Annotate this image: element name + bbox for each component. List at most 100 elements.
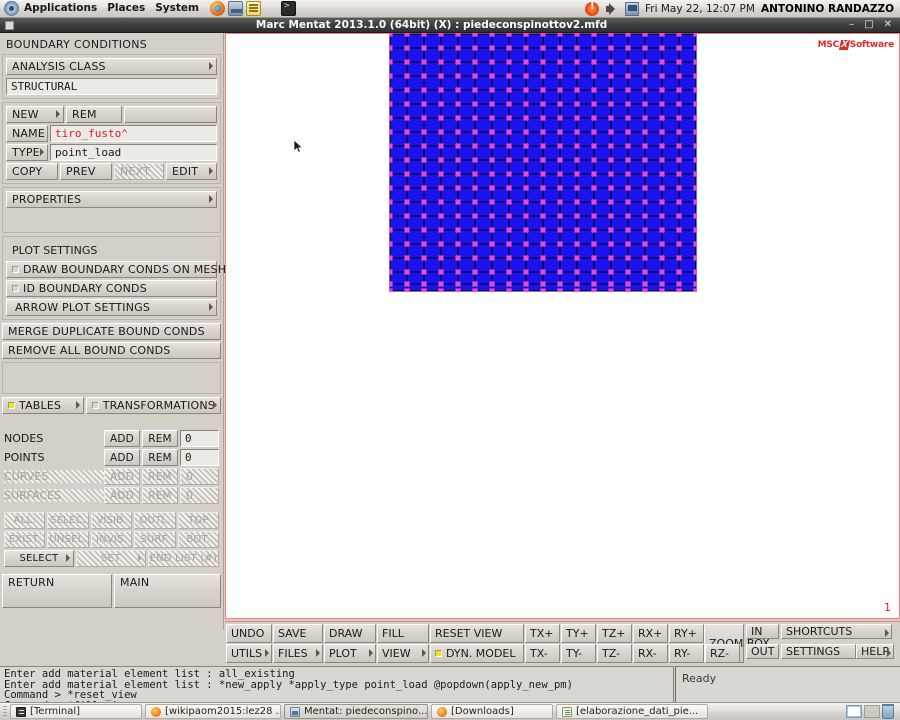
name-input[interactable]: tiro_fusto ⌃: [50, 125, 217, 142]
transformations-toggle[interactable]: TRANSFORMATIONS: [85, 397, 221, 414]
main-button[interactable]: MAIN: [114, 574, 221, 608]
return-button[interactable]: RETURN: [2, 574, 112, 608]
points-add-button[interactable]: ADD: [104, 449, 140, 466]
ry-minus-button[interactable]: RY-: [669, 644, 704, 663]
arrow-plot-settings-button[interactable]: ARROW PLOT SETTINGS: [6, 299, 217, 316]
taskbar-item-elaborazione[interactable]: [elaborazione_dati_pie...: [556, 704, 708, 719]
fill-button[interactable]: FILL: [377, 624, 429, 643]
terminal-icon[interactable]: [280, 1, 296, 16]
draw-bc-on-mesh-toggle[interactable]: DRAW BOUNDARY CONDS ON MESH: [6, 261, 226, 278]
select-button[interactable]: SELECT: [4, 550, 74, 567]
chevron-right-icon: [213, 401, 217, 409]
firefox-icon[interactable]: [209, 1, 225, 16]
settings-button[interactable]: SETTINGS: [781, 644, 856, 659]
rx-plus-button[interactable]: RX+: [633, 624, 668, 643]
new-button[interactable]: NEW: [6, 106, 64, 123]
network-icon[interactable]: [227, 1, 243, 16]
nodes-count[interactable]: 0: [180, 430, 219, 447]
edit-button[interactable]: EDIT: [166, 163, 217, 180]
volume-icon[interactable]: [605, 2, 619, 16]
properties-button[interactable]: PROPERTIES: [6, 191, 217, 208]
update-icon[interactable]: [585, 1, 600, 16]
name-button[interactable]: NAME: [6, 125, 48, 142]
workspace-switcher-1[interactable]: [846, 705, 862, 718]
shortcuts-button[interactable]: SHORTCUTS: [781, 624, 892, 639]
draw-button[interactable]: DRAW: [324, 624, 376, 643]
analysis-class-value[interactable]: STRUCTURAL: [6, 78, 217, 95]
dyn-model-toggle[interactable]: DYN. MODEL: [430, 644, 524, 663]
points-rem-button[interactable]: REM: [142, 449, 178, 466]
username[interactable]: ANTONINO RANDAZZO: [761, 3, 894, 15]
remove-all-bound-conds-button[interactable]: REMOVE ALL BOUND CONDS: [2, 342, 221, 359]
type-value[interactable]: point_load: [50, 144, 217, 161]
nodes-rem-button[interactable]: REM: [142, 430, 178, 447]
rx-minus-button[interactable]: RX-: [633, 644, 668, 663]
reset-view-button[interactable]: RESET VIEW: [430, 624, 524, 643]
chevron-right-icon: [369, 649, 373, 657]
rem-button[interactable]: REM: [66, 106, 122, 123]
id-boundary-conds-toggle[interactable]: ID BOUNDARY CONDS: [6, 280, 217, 297]
ry-plus-button[interactable]: RY+: [669, 624, 704, 643]
curves-rem-button: REM: [142, 468, 178, 485]
text-editor-icon[interactable]: [245, 1, 261, 16]
taskbar-item-mentat[interactable]: Mentat: piedeconspino...: [284, 704, 428, 719]
analysis-class-group: ANALYSIS CLASS STRUCTURAL: [2, 54, 221, 99]
toolbar-row-1: UNDO SAVE DRAW FILL RESET VIEW TX+ TY+ T…: [226, 624, 899, 663]
plot-button[interactable]: PLOT: [324, 644, 376, 663]
rz-minus-button[interactable]: RZ-: [705, 644, 740, 663]
menu-system[interactable]: System: [150, 0, 204, 17]
boundary-conditions-panel: BOUNDARY CONDITIONS ANALYSIS CLASS STRUC…: [0, 33, 226, 630]
model-viewport[interactable]: MSC X Software 1: [225, 31, 900, 619]
analysis-class-button[interactable]: ANALYSIS CLASS: [6, 58, 217, 75]
save-button[interactable]: SAVE: [273, 624, 323, 643]
trash-icon[interactable]: [882, 703, 894, 719]
firefox-icon: [437, 706, 447, 717]
ty-plus-button[interactable]: TY+: [561, 624, 596, 643]
ty-minus-button[interactable]: TY-: [561, 644, 596, 663]
taskbar-grip[interactable]: [3, 705, 7, 718]
spacer-group: [2, 362, 221, 394]
display-icon[interactable]: [625, 1, 640, 16]
zoom-in-button[interactable]: IN: [746, 624, 779, 639]
mesh-svg: [387, 31, 699, 294]
type-button[interactable]: TYPE: [6, 144, 48, 161]
tz-minus-button[interactable]: TZ-: [597, 644, 632, 663]
console-line: Enter add material element list : all_ex…: [4, 668, 295, 680]
prev-button[interactable]: PREV: [60, 163, 112, 180]
merge-duplicate-bound-conds-button[interactable]: MERGE DUPLICATE BOUND CONDS: [2, 323, 221, 340]
firefox-icon: [151, 706, 161, 717]
entity-label: NODES: [4, 432, 44, 445]
workspace-switcher-2[interactable]: [864, 705, 880, 718]
menu-applications[interactable]: Applications: [19, 0, 102, 17]
utils-button[interactable]: UTILS: [226, 644, 272, 663]
taskbar-item-downloads[interactable]: [Downloads]: [431, 704, 553, 719]
window-menu-icon[interactable]: [5, 20, 14, 30]
tz-plus-button[interactable]: TZ+: [597, 624, 632, 643]
window-titlebar: Marc Mentat 2013.1.0 (64bit) (X) : piede…: [0, 18, 900, 33]
tables-toggle[interactable]: TABLES: [2, 397, 84, 414]
table-row: NODES ADD REM 0: [0, 430, 223, 447]
tx-minus-button[interactable]: TX-: [525, 644, 560, 663]
select-exist-button: EXIST.: [4, 531, 46, 548]
plot-settings-group: PLOT SETTINGS DRAW BOUNDARY CONDS ON MES…: [2, 236, 226, 320]
gnome-logo-icon[interactable]: [4, 1, 19, 16]
minimize-button[interactable]: –: [849, 20, 854, 30]
maximize-button[interactable]: □: [864, 20, 873, 30]
nodes-add-button[interactable]: ADD: [104, 430, 140, 447]
taskbar-item-terminal[interactable]: [Terminal]: [10, 704, 142, 719]
files-button[interactable]: FILES: [273, 644, 323, 663]
zoom-out-button[interactable]: OUT: [746, 644, 779, 659]
view-button[interactable]: VIEW: [377, 644, 429, 663]
curves-add-button: ADD: [104, 468, 140, 485]
points-count[interactable]: 0: [180, 449, 219, 466]
checkbox-icon: [435, 650, 442, 657]
copy-button[interactable]: COPY: [6, 163, 58, 180]
tx-plus-button[interactable]: TX+: [525, 624, 560, 643]
taskbar-item-wikipaom[interactable]: [wikipaom2015:lez28 ...: [145, 704, 281, 719]
menu-places[interactable]: Places: [102, 0, 150, 17]
select-visib-button: VISIB.: [90, 512, 133, 529]
help-button[interactable]: HELP: [856, 644, 894, 659]
close-button[interactable]: ✕: [884, 20, 892, 30]
undo-button[interactable]: UNDO: [226, 624, 272, 643]
clock[interactable]: Fri May 22, 12:07 PM: [645, 3, 755, 15]
